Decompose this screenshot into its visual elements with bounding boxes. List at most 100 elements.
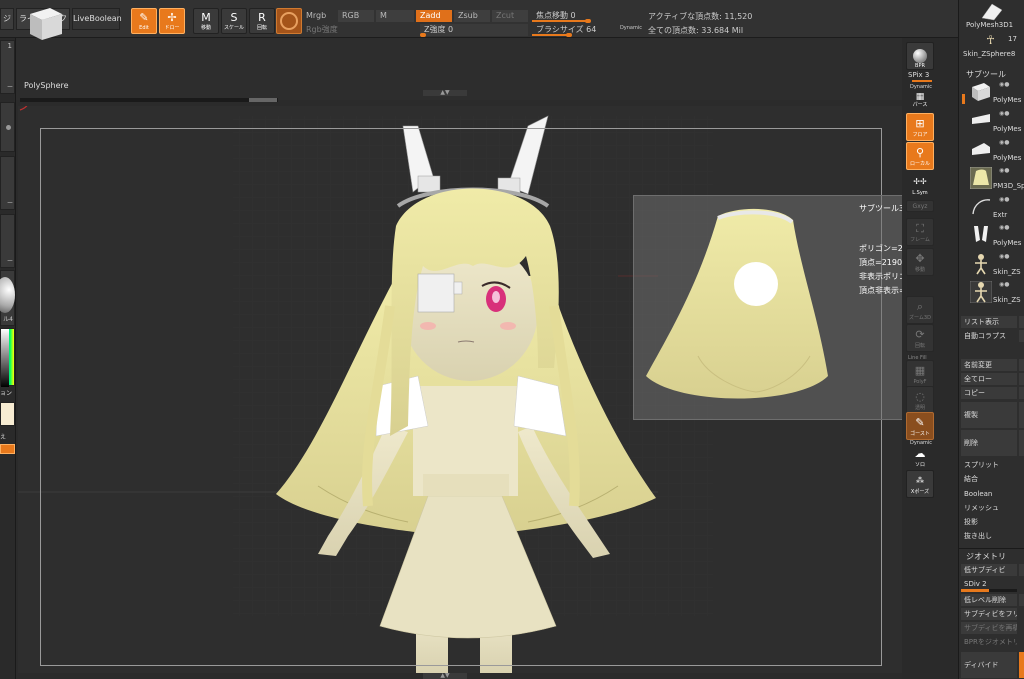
boolean-button[interactable]: Boolean — [961, 488, 1017, 500]
zcut-toggle[interactable]: Zcut — [492, 10, 528, 22]
list-view-side-button[interactable] — [1019, 316, 1024, 328]
eye-icon[interactable]: ◉● — [999, 139, 1009, 146]
local-button[interactable]: ⚲ ローカル — [906, 142, 934, 170]
subtool-item[interactable]: ◉● Skin_ZS — [969, 280, 1024, 308]
reconstruct-subdiv-button[interactable]: サブディビを再構 — [961, 622, 1017, 634]
switch-color-button[interactable] — [0, 444, 15, 454]
draw-button[interactable]: ✢ ドロー — [159, 8, 185, 34]
all-low-button[interactable]: 全てロー — [961, 373, 1017, 385]
secondary-color-swatch[interactable] — [0, 402, 15, 426]
current-tool-thumbnail[interactable] — [980, 2, 1004, 22]
extract-button[interactable]: 抜き出し — [961, 530, 1017, 542]
ghost-button[interactable]: ✎ ゴースト — [906, 412, 934, 440]
zsphere-figure-icon[interactable]: ☥ — [986, 33, 995, 47]
partial-button[interactable]: ジ — [0, 8, 14, 30]
brush-size-slider[interactable]: ブラシサイズ 64 Dynamic — [532, 22, 644, 37]
material-sphere[interactable]: ル4 — [0, 270, 15, 326]
eye-icon[interactable]: ◉● — [999, 167, 1009, 174]
floor-button[interactable]: ⊞ フロア — [906, 113, 934, 141]
mrgb-toggle[interactable]: Mrgb — [302, 10, 336, 22]
bpr-to-geometry-button[interactable]: BPRをジオメトリ — [961, 636, 1017, 648]
rgb-toggle[interactable]: RGB — [338, 10, 374, 22]
delete-button[interactable]: 削除 — [961, 430, 1017, 456]
gxyz-button[interactable]: Gxyz — [906, 200, 934, 212]
remesh-button[interactable]: リメッシュ — [961, 502, 1017, 514]
rgb-intensity-slider[interactable]: Rgb強度 — [302, 24, 414, 36]
lower-subdiv-button[interactable]: 低サブディビ — [961, 564, 1017, 576]
auto-collapse-side-button[interactable] — [1019, 330, 1024, 342]
list-view-button[interactable]: リスト表示 — [961, 316, 1017, 328]
merge-button[interactable]: 結合 — [961, 473, 1017, 485]
copy-button[interactable]: コピー — [961, 387, 1017, 399]
left-tray-block-3[interactable]: ー — [0, 156, 15, 210]
transparent-button[interactable]: ◌ 透明 — [906, 386, 934, 414]
divide-side-button[interactable] — [1019, 652, 1024, 678]
subtool-item[interactable]: ◉● PolyMes — [969, 80, 1024, 108]
lsym-button[interactable]: ✢✢ L.Sym — [906, 172, 934, 200]
polyf-button[interactable]: ▦ PolyF — [906, 360, 934, 388]
left-tray-block-2[interactable] — [0, 102, 15, 152]
duplicate-button[interactable]: 複製 — [961, 402, 1017, 428]
auto-collapse-button[interactable]: 自動コラプス — [961, 330, 1017, 342]
subtool-item-selected[interactable]: ◉● PM3D_Sp — [969, 166, 1024, 194]
duplicate-side-button[interactable] — [1019, 402, 1024, 428]
brush-thumbnail[interactable] — [276, 8, 302, 34]
delete-side-button[interactable] — [1019, 430, 1024, 456]
subtool-scroll-indicator[interactable] — [962, 94, 965, 104]
subtool-item[interactable]: ◉● PolyMes — [969, 223, 1024, 251]
m-toggle[interactable]: M — [376, 10, 414, 22]
rotate-view-button[interactable]: ⟳ 回転 — [906, 324, 934, 352]
scale-button[interactable]: S スケール — [221, 8, 247, 34]
focal-shift-slider[interactable]: 焦点移動 0 — [532, 10, 644, 23]
all-low-side-button[interactable] — [1019, 373, 1024, 385]
perspective-button[interactable]: ▦ パース — [906, 90, 934, 110]
xpose-button[interactable]: ⁂ Xポーズ — [906, 470, 934, 498]
eye-icon[interactable]: ◉● — [999, 224, 1009, 231]
subtool-item[interactable]: ◉● PolyMes — [969, 138, 1024, 166]
top-collapse-handle[interactable]: ▲▼ — [423, 90, 467, 96]
delete-higher-button[interactable] — [1019, 594, 1024, 606]
eye-icon[interactable]: ◉● — [999, 81, 1009, 88]
copy-side-button[interactable] — [1019, 387, 1024, 399]
rename-side-button[interactable] — [1019, 359, 1024, 371]
zsub-toggle[interactable]: Zsub — [454, 10, 490, 22]
subtool-item[interactable]: ◉● PolyMes — [969, 109, 1024, 137]
solo-button[interactable]: ☁ ソロ — [906, 444, 934, 472]
frame-button[interactable]: ⛶ フレーム — [906, 218, 934, 246]
split-button[interactable]: スプリット — [961, 459, 1017, 471]
freeze-subdiv-button[interactable]: サブディビをフリー — [961, 608, 1017, 620]
color-picker[interactable] — [0, 328, 15, 387]
eye-icon[interactable]: ◉● — [999, 110, 1009, 117]
subtool-section-title[interactable]: サブツール — [966, 69, 1006, 80]
rotate-button[interactable]: R 回転 — [249, 8, 275, 34]
dynamic-toggle[interactable]: Dynamic — [620, 22, 642, 34]
bpr-button[interactable]: BPR — [906, 42, 934, 70]
zadd-toggle[interactable]: Zadd — [416, 10, 452, 22]
strip-scrollbar[interactable] — [20, 98, 278, 102]
left-tray-block-1[interactable]: 1 ー — [0, 40, 15, 94]
liveboolean-button[interactable]: LiveBoolean — [72, 8, 122, 30]
move-button[interactable]: M 移動 — [193, 8, 219, 34]
eye-icon[interactable]: ◉● — [999, 253, 1009, 260]
delete-lower-button[interactable]: 低レベル削除 — [961, 594, 1017, 606]
sdiv-slider-track[interactable] — [961, 589, 1017, 592]
polysphere-thumbnail[interactable] — [24, 2, 66, 42]
project-button[interactable]: 投影 — [961, 516, 1017, 528]
geometry-section-title[interactable]: ジオメトリ — [966, 551, 1006, 562]
rename-button[interactable]: 名前変更 — [961, 359, 1017, 371]
edit-button[interactable]: ✎ Edit — [131, 8, 157, 34]
eye-icon[interactable]: ◉● — [999, 281, 1009, 288]
divide-button[interactable]: ディバイド — [961, 652, 1017, 678]
zoom-view-button[interactable]: ⌕ ズーム3D — [906, 296, 934, 324]
move-view-button[interactable]: ✥ 移動 — [906, 248, 934, 276]
z-intensity-slider[interactable]: Z強度 0 — [420, 24, 528, 37]
subtool-item[interactable]: ◉● Skin_ZS — [969, 252, 1024, 280]
left-tray-block-4[interactable]: ー — [0, 214, 15, 268]
higher-subdiv-button[interactable] — [1019, 564, 1024, 576]
bottom-collapse-handle[interactable]: ▲▼ — [423, 673, 467, 679]
subtool-item[interactable]: ◉● Extr — [969, 195, 1024, 223]
spix-slider[interactable] — [912, 80, 932, 82]
spix-label[interactable]: SPix 3 — [908, 71, 929, 79]
strip-scroll-thumb[interactable] — [249, 98, 277, 102]
eye-icon[interactable]: ◉● — [999, 196, 1009, 203]
